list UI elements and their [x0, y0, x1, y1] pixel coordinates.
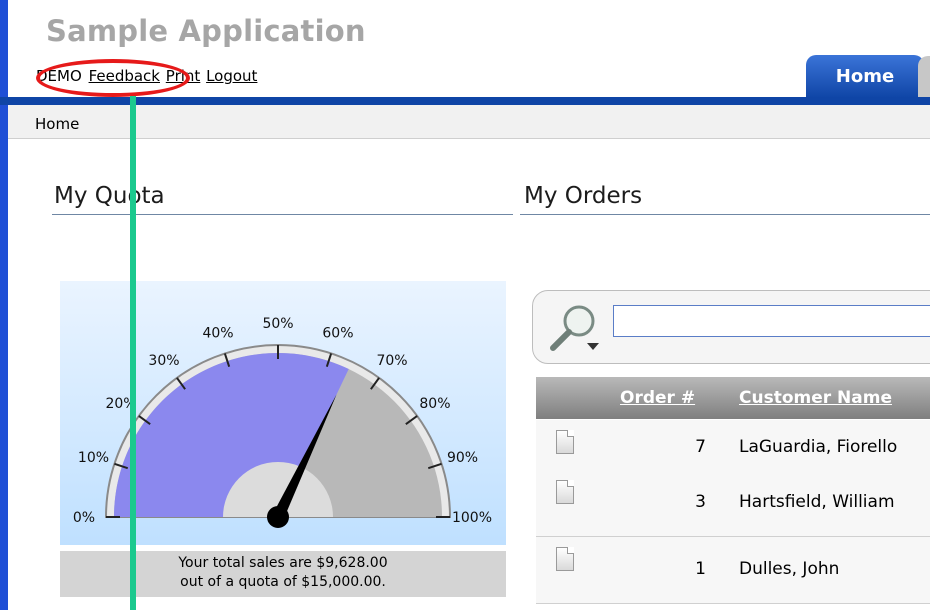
search-input[interactable] — [613, 305, 930, 337]
customer-name: Hartsfield, William — [739, 492, 895, 512]
quota-gauge: 0%10%20%30%40%50%60%70%80%90%100% — [73, 316, 492, 528]
annotation-pointer-line — [130, 96, 136, 610]
column-header-customer-name[interactable]: Customer Name — [739, 388, 892, 408]
left-accent-bar — [0, 0, 8, 610]
customer-name: Dulles, John — [739, 559, 840, 579]
feedback-highlight-annotation — [36, 59, 190, 97]
tab-next-partial[interactable] — [918, 56, 930, 98]
gauge-tick-label: 10% — [78, 450, 109, 466]
gauge-tick-label: 80% — [419, 396, 450, 412]
gauge-tick-label: 90% — [447, 450, 478, 466]
breadcrumb: Home — [8, 105, 930, 139]
document-icon[interactable] — [556, 480, 574, 504]
order-number: 3 — [695, 492, 706, 512]
gauge-tick-label: 30% — [148, 353, 179, 369]
order-number: 1 — [695, 559, 706, 579]
table-row[interactable]: 1 Dulles, John — [536, 537, 930, 604]
gauge-tick-label: 100% — [452, 510, 492, 526]
quota-caption: Your total sales are $9,628.00 out of a … — [60, 551, 506, 597]
order-number: 7 — [695, 437, 706, 457]
breadcrumb-home[interactable]: Home — [35, 115, 79, 133]
quota-caption-line2: out of a quota of $15,000.00. — [180, 574, 386, 590]
quota-caption-line1: Your total sales are $9,628.00 — [178, 555, 388, 571]
orders-section-rule — [520, 214, 930, 215]
header-divider-bar — [0, 97, 930, 105]
tab-home[interactable]: Home — [806, 55, 924, 98]
orders-section-title: My Orders — [524, 183, 643, 209]
table-row[interactable]: 3 Hartsfield, William — [536, 470, 930, 537]
column-header-order-number[interactable]: Order # — [620, 388, 695, 408]
gauge-tick-label: 40% — [202, 325, 233, 341]
quota-section-title: My Quota — [54, 183, 165, 209]
app-title: Sample Application — [46, 14, 366, 48]
document-icon[interactable] — [556, 547, 574, 571]
customer-name: LaGuardia, Fiorello — [739, 437, 898, 457]
gauge-tick-label: 0% — [73, 510, 95, 526]
quota-section-rule — [52, 214, 513, 215]
gauge-tick-label: 60% — [322, 325, 353, 341]
gauge-tick-label: 50% — [262, 316, 293, 332]
search-icon[interactable] — [547, 303, 605, 355]
gauge-tick-label: 70% — [376, 353, 407, 369]
gauge-needle-pivot — [267, 506, 289, 528]
document-icon[interactable] — [556, 430, 574, 454]
logout-link[interactable]: Logout — [206, 67, 257, 85]
